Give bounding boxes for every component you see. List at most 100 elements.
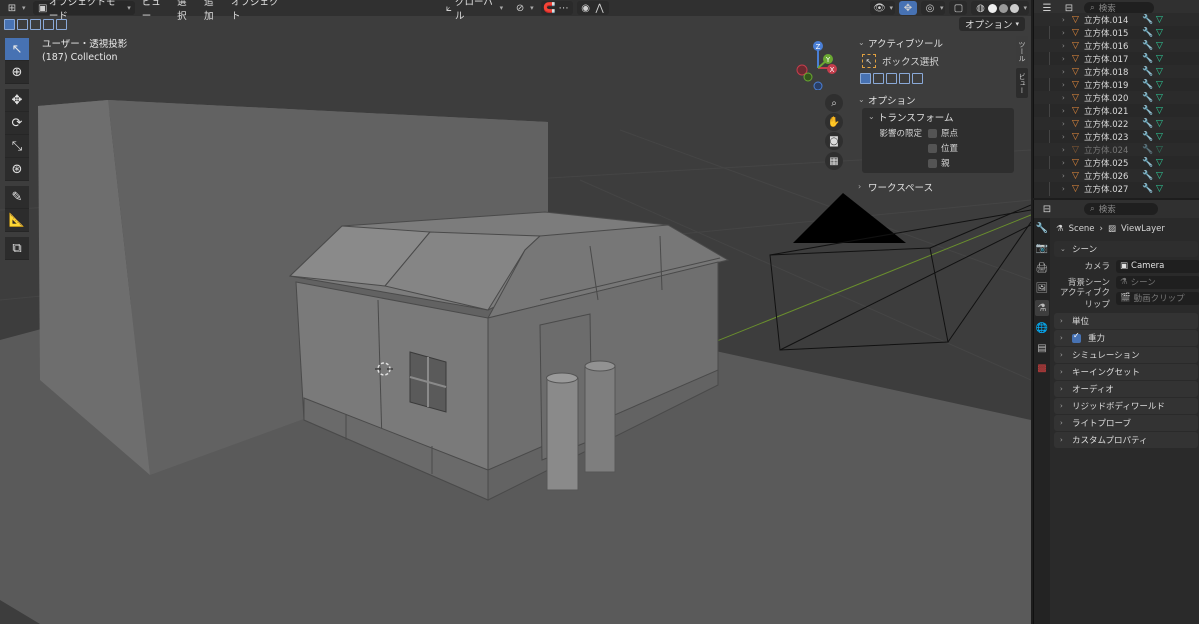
select-difference-icon[interactable] <box>43 18 54 30</box>
outliner-row[interactable]: › ▽ 立方体.021 🔧 ▽ <box>1034 104 1199 117</box>
rigid-body-world-section[interactable]: › リジッドボディワールド <box>1054 398 1198 414</box>
modifier-wrench-icon[interactable]: 🔧 <box>1142 145 1156 155</box>
output-tab-icon[interactable]: 🖨 <box>1035 260 1049 276</box>
camera-field[interactable]: ▣ Camera <box>1116 259 1199 273</box>
zoom-button[interactable]: ⌕ <box>825 94 843 112</box>
mesh-data-icon[interactable]: ▽ <box>1156 93 1168 103</box>
mesh-data-icon[interactable]: ▽ <box>1156 67 1168 77</box>
mesh-data-icon[interactable]: ▽ <box>1156 28 1168 38</box>
shading-group[interactable]: ◍ ▾ <box>971 1 1029 15</box>
tab-view[interactable]: ビュー <box>1016 68 1028 98</box>
chevron-right-icon[interactable]: › <box>1062 81 1072 89</box>
editor-type-button[interactable]: ⊞ ▾ <box>0 0 31 16</box>
orientation-dropdown[interactable]: ⟀ グローバル ▾ <box>438 0 508 22</box>
outliner-row[interactable]: › ▽ 立方体.025 🔧 ▽ <box>1034 156 1199 169</box>
gravity-section[interactable]: ›重力 <box>1054 330 1198 346</box>
view-layer-tab-icon[interactable]: 🖼 <box>1035 280 1049 296</box>
navigation-gizmo[interactable]: Z X Y <box>790 38 850 90</box>
menu-view[interactable]: ビュー <box>137 0 172 22</box>
outliner-row[interactable]: › ▽ 立方体.022 🔧 ▽ <box>1034 117 1199 130</box>
select-extend-icon[interactable] <box>17 18 28 30</box>
modifier-wrench-icon[interactable]: 🔧 <box>1142 28 1156 38</box>
outliner-row[interactable]: › ▽ 立方体.018 🔧 ▽ <box>1034 65 1199 78</box>
visibility-group[interactable]: 👁 ▾ <box>870 1 895 15</box>
rotate-tool[interactable]: ⟳ <box>5 112 29 135</box>
chevron-right-icon[interactable]: › <box>1062 29 1072 37</box>
proportional-group[interactable]: ◉ ⋀ <box>576 1 609 15</box>
mesh-data-icon[interactable]: ▽ <box>1156 106 1168 116</box>
outliner-row[interactable]: › ▽ 立方体.026 🔧 ▽ <box>1034 169 1199 182</box>
modifier-wrench-icon[interactable]: 🔧 <box>1142 15 1156 25</box>
modifier-wrench-icon[interactable]: 🔧 <box>1142 67 1156 77</box>
simulation-section[interactable]: › シミュレーション <box>1054 347 1198 363</box>
mesh-data-icon[interactable]: ▽ <box>1156 132 1168 142</box>
modifier-wrench-icon[interactable]: 🔧 <box>1142 184 1156 194</box>
move-tool[interactable]: ✥ <box>5 89 29 112</box>
chevron-right-icon[interactable]: › <box>1062 185 1072 193</box>
mesh-data-icon[interactable]: ▽ <box>1156 15 1168 25</box>
modifier-wrench-icon[interactable]: 🔧 <box>1142 171 1156 181</box>
chevron-right-icon[interactable]: › <box>1062 172 1072 180</box>
render-tab-icon[interactable]: 📷 <box>1035 240 1049 256</box>
modifier-wrench-icon[interactable]: 🔧 <box>1142 41 1156 51</box>
rendered-shading-icon[interactable] <box>1010 3 1020 13</box>
transform-subheader[interactable]: ⌄ トランスフォーム <box>862 108 1014 125</box>
pan-button[interactable]: ✋ <box>825 113 843 131</box>
select-subtract-icon[interactable] <box>30 18 41 30</box>
mode-dropdown[interactable]: ▣ オブジェクトモード ▾ <box>32 0 135 22</box>
chevron-right-icon[interactable]: › <box>1062 16 1072 24</box>
overlay-toggle[interactable]: ◎ ▾ <box>920 1 946 15</box>
wireframe-shading-icon[interactable]: ◍ <box>973 2 987 15</box>
chevron-right-icon[interactable]: › <box>1062 68 1072 76</box>
pivot-dropdown[interactable]: ⊘ ▾ <box>508 0 539 16</box>
outliner-row[interactable]: › ▽ 立方体.023 🔧 ▽ <box>1034 130 1199 143</box>
select-box-tool[interactable]: ↖ <box>5 38 29 61</box>
menu-add[interactable]: 追加 <box>199 0 226 22</box>
mesh-data-icon[interactable]: ▽ <box>1156 158 1168 168</box>
gizmo-toggle[interactable]: ✥ <box>898 1 917 15</box>
light-probes-section[interactable]: › ライトプローブ <box>1054 415 1198 431</box>
background-scene-field[interactable]: ⚗ シーン <box>1116 275 1199 289</box>
chevron-right-icon[interactable]: › <box>1062 133 1072 141</box>
active-clip-field[interactable]: 🎬 動画クリップ <box>1116 291 1199 305</box>
outliner-row[interactable]: › ▽ 立方体.014 🔧 ▽ <box>1034 13 1199 26</box>
material-shading-icon[interactable] <box>999 3 1009 13</box>
mode-extend-icon[interactable] <box>873 72 884 84</box>
transform-tool[interactable]: ⊛ <box>5 158 29 181</box>
modifier-wrench-icon[interactable]: 🔧 <box>1142 132 1156 142</box>
chevron-right-icon[interactable]: › <box>1062 42 1072 50</box>
options-dropdown[interactable]: オプション ▾ <box>958 17 1025 31</box>
mode-subtract-icon[interactable] <box>886 72 897 84</box>
camera-view-button[interactable]: ◙ <box>825 132 843 150</box>
limit-origin-checkbox[interactable]: 原点 <box>928 127 958 139</box>
scale-tool[interactable]: ⤡ <box>5 135 29 158</box>
modifier-wrench-icon[interactable]: 🔧 <box>1142 93 1156 103</box>
chevron-right-icon[interactable]: › <box>1062 55 1072 63</box>
outliner-row[interactable]: › ▽ 立方体.020 🔧 ▽ <box>1034 91 1199 104</box>
mode-new-icon[interactable] <box>860 72 871 84</box>
measure-tool[interactable]: 📐 <box>5 209 29 232</box>
xray-toggle[interactable]: ▢ <box>949 1 968 15</box>
active-tool-row[interactable]: ↖ ボックス選択 <box>852 51 1014 71</box>
texture-tab-icon[interactable]: ▩ <box>1035 360 1049 376</box>
custom-properties-section[interactable]: › カスタムプロパティ <box>1054 432 1198 448</box>
add-cube-tool[interactable]: ⧉ <box>5 237 29 260</box>
world-tab-icon[interactable]: 🌐 <box>1035 320 1049 336</box>
options-header[interactable]: ⌄ オプション <box>852 91 1014 108</box>
tool-tab-icon[interactable]: 🔧 <box>1035 220 1049 236</box>
mesh-data-icon[interactable]: ▽ <box>1156 184 1168 194</box>
outliner-row[interactable]: › ▽ 立方体.027 🔧 ▽ <box>1034 182 1199 195</box>
modifier-wrench-icon[interactable]: 🔧 <box>1142 80 1156 90</box>
select-new-icon[interactable] <box>4 18 15 30</box>
active-tool-header[interactable]: ⌄ アクティブツール <box>852 34 1014 51</box>
mesh-data-icon[interactable]: ▽ <box>1156 80 1168 90</box>
scene-tab-icon[interactable]: ⚗ <box>1035 300 1049 316</box>
menu-select[interactable]: 選択 <box>172 0 199 22</box>
modifier-wrench-icon[interactable]: 🔧 <box>1142 106 1156 116</box>
mesh-data-icon[interactable]: ▽ <box>1156 54 1168 64</box>
modifier-wrench-icon[interactable]: 🔧 <box>1142 158 1156 168</box>
tab-tool[interactable]: ツール <box>1016 36 1028 66</box>
3d-viewport[interactable]: ⊞ ▾ ▣ オブジェクトモード ▾ ビュー 選択 追加 オブジェクト ⟀ グローバル… <box>0 0 1031 624</box>
chevron-right-icon[interactable]: › <box>1062 146 1072 154</box>
annotate-tool[interactable]: ✎ <box>5 186 29 209</box>
